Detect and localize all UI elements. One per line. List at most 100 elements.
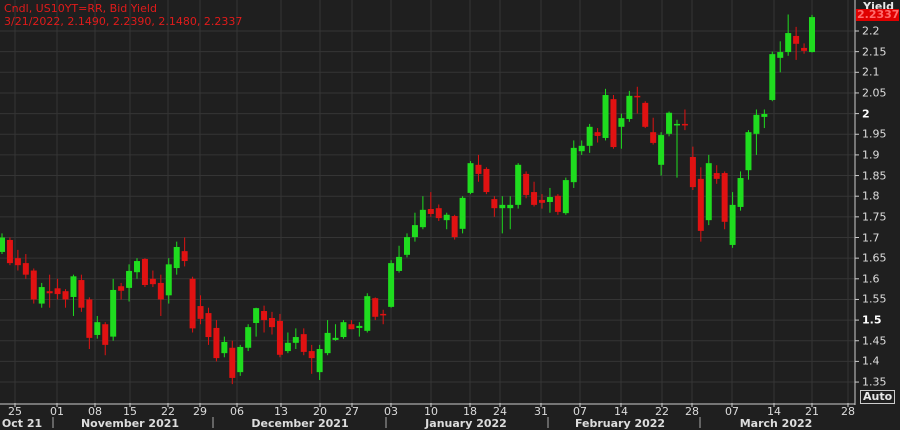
candle-body: [292, 337, 299, 343]
candle-body: [388, 263, 395, 307]
candle-body: [221, 341, 228, 354]
candle-body: [594, 132, 601, 136]
month-label: Oct 21: [1, 417, 43, 430]
candle-body: [70, 276, 77, 297]
candle-down: [451, 214, 458, 240]
candle-body: [475, 164, 482, 174]
x-tick-label: 01: [50, 405, 64, 418]
candle-body: [197, 306, 204, 319]
candle-body: [610, 99, 617, 148]
candle-down: [713, 165, 720, 184]
candle-up: [292, 328, 299, 350]
candle-body: [483, 168, 490, 193]
candle-up: [356, 322, 363, 337]
candle-up: [126, 264, 133, 302]
current-value-badge: 2.2337: [856, 8, 900, 21]
candle-body: [316, 349, 323, 373]
candle-body: [0, 237, 5, 252]
candle-body: [658, 135, 665, 165]
candle-down: [300, 328, 307, 356]
candle-body: [777, 52, 784, 58]
candle-body: [213, 327, 220, 359]
candle-up: [173, 241, 180, 275]
candle-body: [411, 225, 418, 238]
candle-up: [245, 324, 252, 352]
candle-body: [586, 126, 593, 146]
y-tick-label: 1.95: [862, 127, 887, 141]
candle-down: [14, 249, 21, 271]
auto-scale-button[interactable]: Auto: [860, 390, 896, 404]
candle-body: [149, 278, 156, 285]
candle-down: [348, 320, 355, 330]
candle-down: [697, 167, 704, 242]
candle-body: [689, 156, 696, 188]
candle-down: [149, 270, 156, 288]
candle-body: [46, 291, 53, 294]
candle-down: [650, 117, 657, 145]
candle-down: [181, 237, 188, 267]
candle-body: [261, 311, 268, 321]
candle-body: [189, 278, 196, 329]
candle-body: [650, 132, 657, 143]
candle-body: [54, 288, 61, 295]
candle-down: [531, 181, 538, 207]
x-tick-label: 07: [725, 405, 739, 418]
candle-body: [745, 132, 752, 171]
candle-body: [705, 163, 712, 221]
candle-up: [626, 90, 633, 122]
candle-up: [602, 88, 609, 141]
candle-up: [110, 278, 117, 341]
candle-body: [332, 337, 339, 340]
candle-down: [86, 297, 93, 350]
month-label: November 2021: [80, 417, 180, 430]
candle-up: [70, 274, 77, 316]
candle-up: [332, 324, 339, 341]
candle-up: [761, 109, 768, 129]
candle-body: [697, 178, 704, 231]
y-tick-label: 1.85: [862, 169, 887, 183]
candle-body: [205, 313, 212, 338]
candle-up: [507, 196, 514, 230]
candle-up: [777, 41, 784, 73]
candle-body: [173, 246, 180, 269]
candle-body: [801, 47, 808, 51]
candle-up: [570, 140, 577, 188]
candle-up: [785, 14, 792, 56]
candle-body: [507, 204, 514, 209]
candle-up: [586, 123, 593, 153]
y-tick-label: 1.9: [862, 148, 880, 162]
candle-body: [380, 313, 387, 316]
candle-up: [658, 132, 665, 176]
candle-up: [562, 177, 569, 215]
candle-up: [221, 336, 228, 358]
y-tick-label: 1.6: [862, 272, 880, 286]
candle-body: [419, 209, 426, 228]
candle-body: [713, 173, 720, 179]
candle-up: [515, 163, 522, 209]
y-tick-label: 2.2: [862, 24, 880, 38]
candle-down: [213, 320, 220, 362]
candle-body: [729, 204, 736, 245]
candle-body: [809, 17, 815, 53]
candle-down: [372, 297, 379, 321]
y-tick-label: 2.15: [862, 45, 887, 59]
candle-down: [189, 276, 196, 333]
candle-body: [404, 237, 410, 255]
candle-body: [793, 35, 800, 44]
y-tick-label: 1.7: [862, 231, 880, 244]
ohlc-readout: 3/21/2022, 2.1490, 2.2390, 2.1480, 2.233…: [4, 15, 243, 28]
candle-down: [435, 204, 442, 221]
candlestick-chart: [0, 0, 859, 428]
y-tick-label: 2.05: [862, 86, 887, 100]
candle-body: [157, 282, 164, 300]
candle-up: [467, 161, 474, 195]
candle-up: [404, 233, 410, 258]
candle-body: [229, 347, 236, 378]
candle-body: [38, 287, 45, 304]
candle-down: [269, 311, 275, 335]
y-tick-label: 1.75: [862, 210, 887, 224]
candle-body: [372, 298, 379, 317]
candle-body: [642, 102, 649, 127]
candle-body: [141, 258, 148, 285]
candle-down: [554, 194, 561, 215]
